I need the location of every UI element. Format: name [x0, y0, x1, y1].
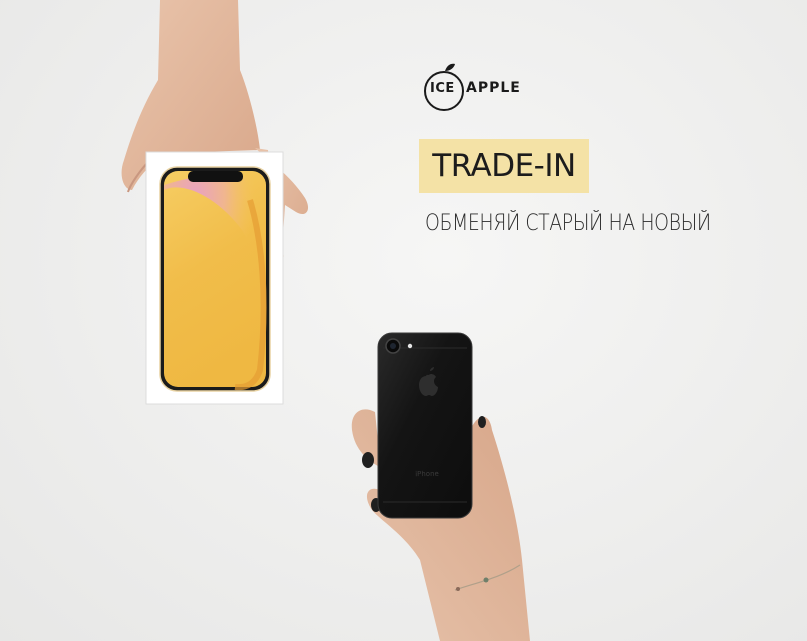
iphone-box	[145, 151, 284, 405]
photo-illustration	[121, 0, 530, 641]
tagline: ОБМЕНЯЙ СТАРЫЙ НА НОВЫЙ	[425, 211, 711, 236]
trade-in-title: TRADE-IN	[432, 148, 576, 184]
old-iphone	[377, 332, 473, 519]
nail	[478, 416, 486, 428]
brand-logo: ICE APPLE	[423, 60, 533, 114]
photo-background: ICE APPLE TRADE-IN ОБМЕНЯЙ СТАРЫЙ НА НОВ…	[0, 0, 807, 641]
logo-ice-text: ICE	[430, 81, 455, 96]
logo-apple-text: APPLE	[466, 80, 521, 96]
flash-icon	[407, 343, 413, 349]
trade-in-badge: TRADE-IN	[419, 139, 589, 193]
old-phone-label: iPhone	[415, 469, 439, 479]
nail	[362, 452, 374, 468]
